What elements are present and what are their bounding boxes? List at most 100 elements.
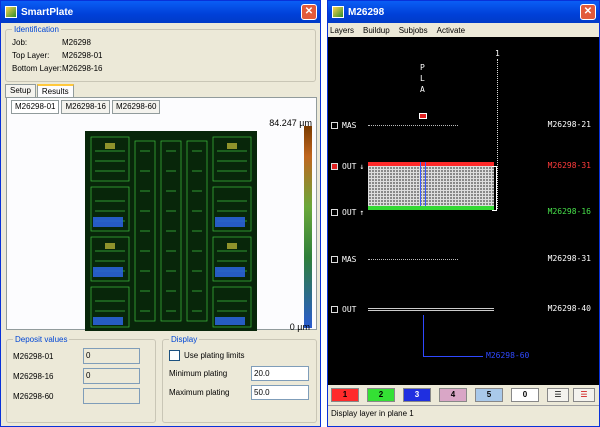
use-plating-limits-row[interactable]: Use plating limits (169, 346, 310, 364)
bottom-layer-row: Bottom Layer: M26298-16 (12, 62, 309, 75)
via-marker (420, 162, 426, 207)
list-color-view-icon[interactable]: ☰ (573, 388, 595, 402)
job-value: M26298 (62, 38, 91, 47)
scale-min-label: 0 µm (289, 322, 310, 332)
layer-checkbox[interactable] (331, 208, 338, 216)
dielectric-stack (368, 166, 494, 206)
layer-dots (368, 125, 458, 126)
min-plating-row: Minimum plating 20.0 (169, 364, 310, 383)
layer-subtabs: M26298-01 M26298-16 M26298-60 (11, 100, 312, 114)
pcb-thickness-map[interactable] (85, 131, 257, 331)
list-view-icon[interactable]: ☰ (547, 388, 569, 402)
pla-letter: P (420, 63, 425, 72)
smartplate-titlebar[interactable]: SmartPlate ✕ (1, 1, 320, 23)
layer-dots (368, 259, 458, 260)
subjob-label: M26298-60 (486, 351, 530, 360)
status-bar: Display layer in plane 1 (328, 405, 599, 426)
deposit-row: M26298-16 0 (13, 366, 149, 386)
buildup-app-icon (332, 6, 344, 18)
plane-button-4[interactable]: 4 (439, 388, 467, 402)
pla-letter: L (420, 74, 425, 83)
layer-name: OUT (342, 304, 357, 314)
top-layer-value: M26298-01 (62, 51, 103, 60)
layer-id: M26298-40 (547, 304, 591, 313)
smartplate-window: SmartPlate ✕ Identification Job: M26298 … (0, 0, 321, 427)
subjob-connector (423, 315, 483, 357)
plane-toolbar: 1 2 3 4 5 0 ☰ ☰ (328, 385, 599, 405)
use-plating-limits-label: Use plating limits (184, 350, 245, 360)
subtab-layer-01[interactable]: M26298-01 (11, 100, 60, 114)
layer-id: M26298-16 (547, 207, 591, 216)
min-plating-input[interactable]: 20.0 (251, 366, 309, 381)
plane-button-3[interactable]: 3 (403, 388, 431, 402)
buildup-title: M26298 (348, 6, 385, 18)
plane-button-1[interactable]: 1 (331, 388, 359, 402)
layer-checkbox[interactable] (331, 305, 338, 313)
deposit-row: M26298-01 0 (13, 346, 149, 366)
menu-subjobs[interactable]: Subjobs (399, 26, 428, 35)
tab-setup[interactable]: Setup (5, 84, 36, 98)
max-plating-label: Maximum plating (169, 388, 230, 397)
deposit-label: M26298-01 (13, 351, 54, 361)
stack-bracket (492, 166, 497, 211)
layer-row[interactable]: MAS (331, 119, 356, 131)
identification-legend: Identification (14, 25, 59, 34)
plane-marker-line (497, 59, 498, 209)
bottom-layer-value: M26298-16 (62, 64, 103, 73)
layer-checkbox[interactable] (331, 162, 338, 170)
bottom-layer-label: Bottom Layer: (12, 64, 62, 73)
layer-row[interactable]: OUT ↓ (331, 160, 364, 172)
deposit-row: M26298-60 (13, 386, 149, 406)
close-icon[interactable]: ✕ (301, 4, 317, 20)
bottom-controls: Deposit values M26298-01 0 M26298-16 0 M… (6, 335, 317, 425)
top-layer-row: Top Layer: M26298-01 (12, 49, 309, 62)
main-tabs: Setup Results (5, 84, 316, 98)
plane-button-5[interactable]: 5 (475, 388, 503, 402)
plane-button-2[interactable]: 2 (367, 388, 395, 402)
layer-arrow: ↑ (359, 207, 365, 217)
tab-results[interactable]: Results (36, 84, 74, 98)
layer-id: M26298-31 (547, 161, 591, 170)
min-plating-label: Minimum plating (169, 369, 228, 378)
identification-group: Identification Job: M26298 Top Layer: M2… (5, 25, 316, 82)
display-legend: Display (171, 335, 198, 344)
close-icon[interactable]: ✕ (580, 4, 596, 20)
layer-id: M26298-21 (547, 120, 591, 129)
top-layer-label: Top Layer: (12, 51, 50, 60)
deposit-value: 0 (83, 348, 140, 364)
layer-checkbox[interactable] (331, 255, 338, 263)
layer-checkbox[interactable] (331, 121, 338, 129)
plane-marker-label: 1 (495, 49, 500, 58)
buildup-titlebar[interactable]: M26298 ✕ (328, 1, 599, 23)
job-row: Job: M26298 (12, 36, 309, 49)
buildup-window: M26298 ✕ Layers Buildup Subjobs Activate… (327, 0, 600, 427)
layer-row[interactable]: MAS (331, 253, 356, 265)
layer-name: MAS (342, 254, 357, 264)
max-plating-input[interactable]: 50.0 (251, 385, 309, 400)
max-plating-row: Maximum plating 50.0 (169, 383, 310, 402)
buildup-canvas[interactable]: P L A 1 MAS M26298-21 OUT ↓ M26298-31 OU… (328, 37, 599, 385)
plane-button-0[interactable]: 0 (511, 388, 539, 402)
deposit-label: M26298-60 (13, 391, 54, 401)
layer-row[interactable]: OUT (331, 303, 356, 315)
results-panel: M26298-01 M26298-16 M26298-60 84.247 µm (6, 97, 317, 332)
deposit-label: M26298-16 (13, 371, 54, 381)
deposit-value: 0 (83, 368, 140, 384)
layer-arrow: ↓ (359, 161, 365, 171)
layer-name: MAS (342, 120, 357, 130)
pla-letter: A (420, 85, 425, 94)
deposit-value (83, 388, 140, 404)
pla-marker (419, 113, 427, 119)
layer-name: OUT (342, 161, 357, 171)
menu-layers[interactable]: Layers (330, 26, 354, 35)
buildup-menubar: Layers Buildup Subjobs Activate (328, 23, 599, 37)
smartplate-app-icon (5, 6, 17, 18)
subtab-layer-60[interactable]: M26298-60 (111, 100, 161, 114)
layer-row[interactable]: OUT ↑ (331, 206, 364, 218)
layer-lines (368, 308, 494, 311)
bottom-copper-layer (368, 206, 494, 210)
subtab-layer-16[interactable]: M26298-16 (61, 100, 110, 114)
menu-buildup[interactable]: Buildup (363, 26, 390, 35)
menu-activate[interactable]: Activate (437, 26, 465, 35)
use-plating-limits-checkbox[interactable] (169, 349, 180, 361)
